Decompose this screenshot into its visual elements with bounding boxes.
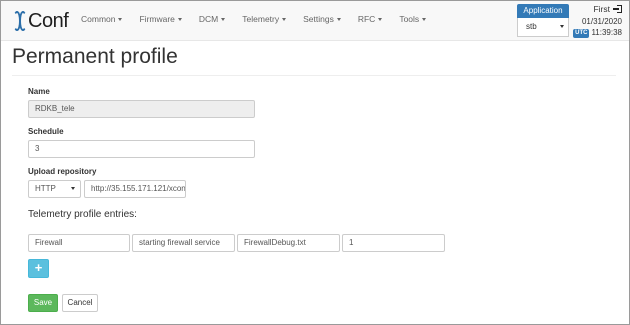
- dropdown-arrow-icon: [560, 25, 564, 28]
- application-switcher: Application stb: [517, 4, 569, 38]
- protocol-value: HTTP: [35, 184, 56, 193]
- chevron-down-icon: [378, 18, 383, 22]
- application-selected-value: stb: [526, 22, 537, 31]
- menu-tools-label: Tools: [399, 14, 420, 24]
- protocol-select[interactable]: HTTP: [28, 180, 81, 198]
- menu-common[interactable]: Common: [81, 14, 123, 24]
- menu-tools[interactable]: Tools: [399, 14, 427, 24]
- title-divider: [12, 75, 616, 76]
- menu-firmware-label: Firmware: [139, 14, 175, 24]
- xconf-logo-icon: [13, 11, 27, 31]
- brand-logo[interactable]: Conf: [13, 9, 69, 33]
- main-menu: Common Firmware DCM Telemetry Settings R…: [81, 14, 443, 24]
- menu-firmware[interactable]: Firmware: [139, 14, 182, 24]
- chevron-down-icon: [282, 18, 287, 22]
- navbar: Conf Common Firmware DCM Telemetry Setti…: [1, 1, 629, 41]
- menu-rfc[interactable]: RFC: [357, 14, 383, 24]
- save-button[interactable]: Save: [28, 294, 58, 312]
- upload-repository-label: Upload repository: [28, 167, 97, 176]
- application-select[interactable]: stb: [517, 18, 569, 37]
- brand-name: Conf: [28, 9, 69, 32]
- timezone-badge: UTC: [573, 29, 590, 38]
- menu-dcm-label: DCM: [198, 14, 219, 24]
- add-entry-button[interactable]: +: [28, 259, 49, 278]
- cancel-button[interactable]: Cancel: [62, 294, 98, 312]
- menu-settings[interactable]: Settings: [303, 14, 341, 24]
- menu-telemetry[interactable]: Telemetry: [242, 14, 287, 24]
- menu-telemetry-label: Telemetry: [242, 14, 280, 24]
- page-title: Permanent profile: [12, 45, 178, 68]
- chevron-down-icon: [336, 18, 341, 22]
- telemetry-entries-heading: Telemetry profile entries:: [28, 209, 137, 220]
- schedule-label: Schedule: [28, 127, 64, 136]
- menu-rfc-label: RFC: [357, 14, 376, 24]
- chevron-down-icon: [177, 18, 182, 22]
- menu-settings-label: Settings: [303, 14, 334, 24]
- name-label: Name: [28, 87, 50, 96]
- name-field: RDKB_tele: [28, 100, 255, 118]
- chevron-down-icon: [422, 18, 427, 22]
- current-date: 01/31/2020: [581, 17, 622, 26]
- user-info: First 01/31/2020 UTC 11:39:38: [573, 4, 622, 38]
- entry-header-field[interactable]: Firewall: [28, 234, 130, 252]
- entry-content-field[interactable]: starting firewall service: [132, 234, 235, 252]
- application-label: Application: [517, 4, 569, 18]
- current-time: 11:39:38: [591, 28, 622, 37]
- logout-icon[interactable]: [613, 5, 622, 13]
- upload-url-field[interactable]: http://35.155.171.121/xconf: [84, 180, 186, 198]
- entry-type-field[interactable]: FirewallDebug.txt: [237, 234, 340, 252]
- user-name: First: [593, 4, 610, 14]
- menu-dcm[interactable]: DCM: [198, 14, 226, 24]
- chevron-down-icon: [118, 18, 123, 22]
- menu-common-label: Common: [81, 14, 116, 24]
- dropdown-arrow-icon: [71, 187, 75, 190]
- plus-icon: +: [34, 260, 43, 275]
- chevron-down-icon: [221, 18, 226, 22]
- schedule-field[interactable]: 3: [28, 140, 255, 158]
- entry-polling-field[interactable]: 1: [342, 234, 445, 252]
